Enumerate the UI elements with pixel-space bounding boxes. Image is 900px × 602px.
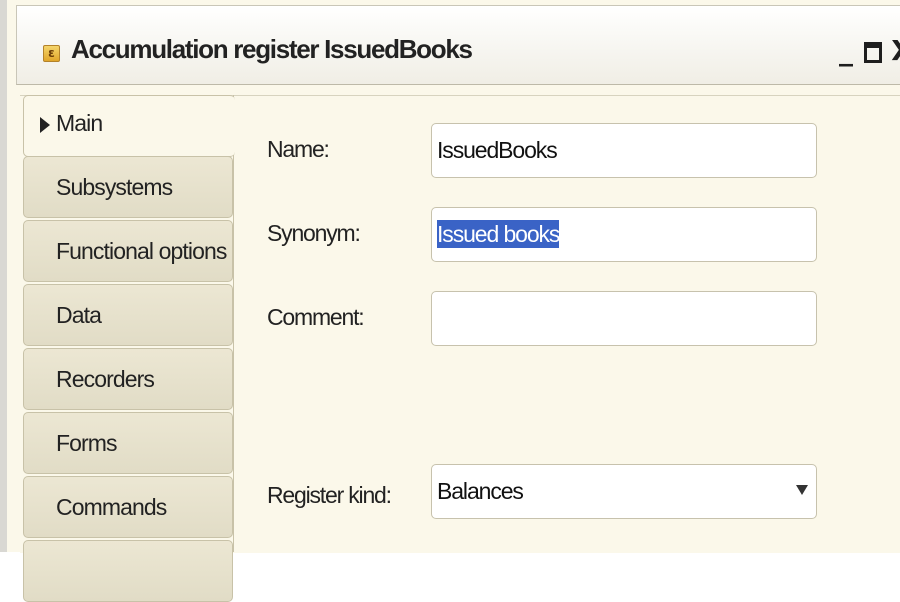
register-icon: ε bbox=[43, 45, 60, 62]
name-input[interactable]: IssuedBooks bbox=[431, 123, 817, 178]
synonym-value: Issued books bbox=[437, 220, 560, 248]
name-value: IssuedBooks bbox=[437, 137, 558, 163]
tab-commands[interactable]: Commands bbox=[23, 476, 233, 538]
tab-label: Recorders bbox=[56, 366, 155, 392]
tab-label: Commands bbox=[56, 494, 167, 520]
synonym-label: Synonym: bbox=[267, 220, 361, 246]
maximize-icon bbox=[864, 42, 882, 63]
tab-divider bbox=[233, 95, 234, 552]
active-tab-arrow-icon bbox=[40, 117, 50, 133]
tab-forms[interactable]: Forms bbox=[23, 412, 233, 474]
tab-label: Forms bbox=[56, 430, 118, 456]
tab-main[interactable]: Main bbox=[23, 95, 235, 157]
name-label: Name: bbox=[267, 136, 330, 162]
comment-label: Comment: bbox=[267, 304, 365, 330]
close-button[interactable]: X bbox=[889, 36, 900, 66]
chevron-down-icon[interactable] bbox=[796, 485, 808, 495]
tab-recorders[interactable]: Recorders bbox=[23, 348, 233, 410]
tab-label: Data bbox=[56, 302, 102, 328]
tab-data[interactable]: Data bbox=[23, 284, 233, 346]
register-kind-select[interactable]: Balances bbox=[431, 464, 817, 519]
tab-label: Main bbox=[56, 110, 103, 136]
tab-label: Subsystems bbox=[56, 174, 173, 200]
register-kind-value: Balances bbox=[437, 478, 524, 504]
tab-label: Functional options bbox=[56, 238, 227, 264]
synonym-input[interactable]: Issued books bbox=[431, 207, 817, 262]
window-title: Accumulation register IssuedBooks bbox=[71, 34, 473, 64]
register-kind-label: Register kind: bbox=[267, 482, 392, 508]
comment-input[interactable] bbox=[431, 291, 817, 346]
tab-functional-options[interactable]: Functional options bbox=[23, 220, 233, 282]
tab-subsystems[interactable]: Subsystems bbox=[23, 156, 233, 218]
tab-partial[interactable] bbox=[23, 540, 233, 602]
minimize-button[interactable]: _ bbox=[833, 36, 859, 66]
maximize-button[interactable] bbox=[860, 36, 886, 66]
title-bar[interactable]: ε Accumulation register IssuedBooks _ X bbox=[16, 5, 900, 85]
